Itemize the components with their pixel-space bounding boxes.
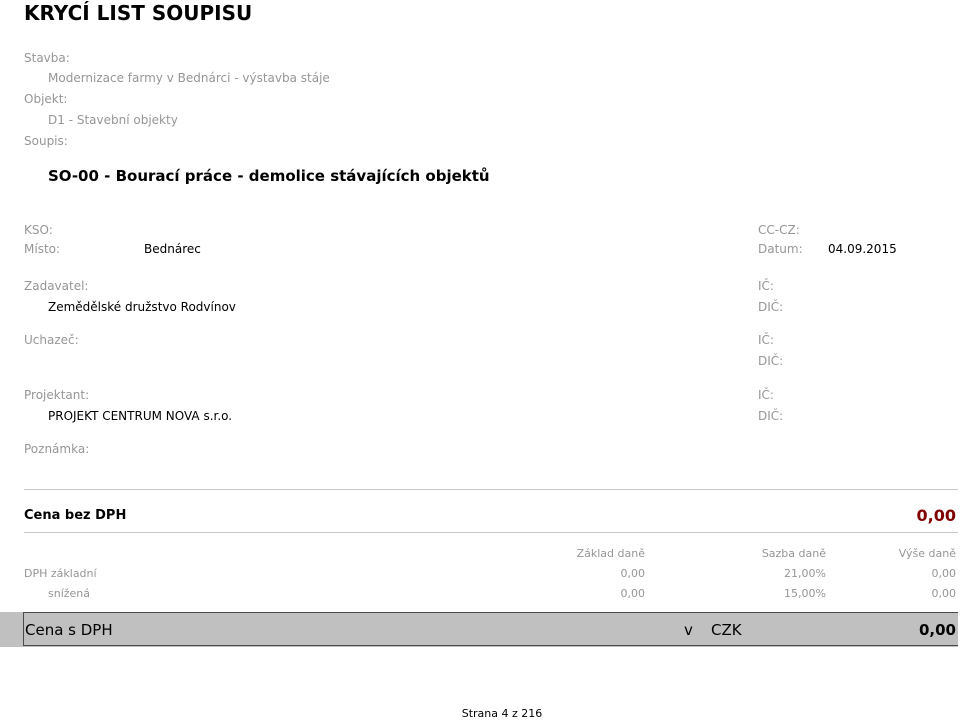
stavba-value: Modernizace farmy v Bednárci - výstavba … <box>48 71 330 85</box>
projektant-value: PROJEKT CENTRUM NOVA s.r.o. <box>48 409 233 423</box>
divider-top <box>24 489 958 490</box>
dph-snizena-label: snížená <box>48 587 91 600</box>
soupis-heading: SO-00 - Bourací práce - demolice stávají… <box>48 167 490 185</box>
cena-bez-dph-label: Cena bez DPH <box>24 508 127 523</box>
projektant-ic-label: IČ: <box>758 388 774 402</box>
cc-cz-label: CC-CZ: <box>758 223 800 237</box>
sazba-header: Sazba daně <box>761 547 826 560</box>
objekt-value: D1 - Stavební objekty <box>48 113 178 127</box>
cena-s-dph-currency: CZK <box>711 621 742 639</box>
objekt-label: Objekt: <box>24 92 68 106</box>
cena-s-dph-value: 0,00 <box>918 621 956 639</box>
cena-s-dph-label: Cena s DPH <box>25 621 113 639</box>
stavba-label: Stavba: <box>24 51 70 65</box>
projektant-label: Projektant: <box>24 388 90 402</box>
cena-bez-dph-value: 0,00 <box>916 506 956 525</box>
soupis-label: Soupis: <box>24 134 68 148</box>
poznamka-label: Poznámka: <box>24 442 90 456</box>
misto-value: Bednárec <box>144 242 201 256</box>
cena-s-dph-box <box>23 612 958 646</box>
dph-zakladni-vyse: 0,00 <box>931 567 957 580</box>
dph-zakladni-zaklad: 0,00 <box>620 567 646 580</box>
misto-label: Místo: <box>24 242 61 256</box>
dph-zakladni-sazba: 21,00% <box>784 567 826 580</box>
uchazec-ic-label: IČ: <box>758 333 774 347</box>
cena-s-dph-v: v <box>684 621 693 639</box>
dph-snizena-vyse: 0,00 <box>931 587 957 600</box>
datum-value: 04.09.2015 <box>828 242 897 256</box>
dph-snizena-sazba: 15,00% <box>784 587 826 600</box>
uchazec-label: Uchazeč: <box>24 333 79 347</box>
zadavatel-ic-label: IČ: <box>758 279 774 293</box>
page-title: KRYCÍ LIST SOUPISU <box>24 1 253 25</box>
zaklad-header: Základ daně <box>576 547 645 560</box>
zadavatel-value: Zemědělské družstvo Rodvínov <box>48 300 236 314</box>
dph-zakladni-label: DPH základní <box>24 567 97 580</box>
dph-snizena-zaklad: 0,00 <box>620 587 646 600</box>
projektant-dic-label: DIČ: <box>758 409 784 423</box>
page-number: Strana 4 z 216 <box>461 707 543 720</box>
uchazec-dic-label: DIČ: <box>758 354 784 368</box>
zadavatel-dic-label: DIČ: <box>758 300 784 314</box>
vyse-header: Výše daně <box>898 547 956 560</box>
datum-label: Datum: <box>758 242 803 256</box>
zadavatel-label: Zadavatel: <box>24 279 89 293</box>
divider-bottom <box>24 532 958 533</box>
kso-label: KSO: <box>24 223 53 237</box>
